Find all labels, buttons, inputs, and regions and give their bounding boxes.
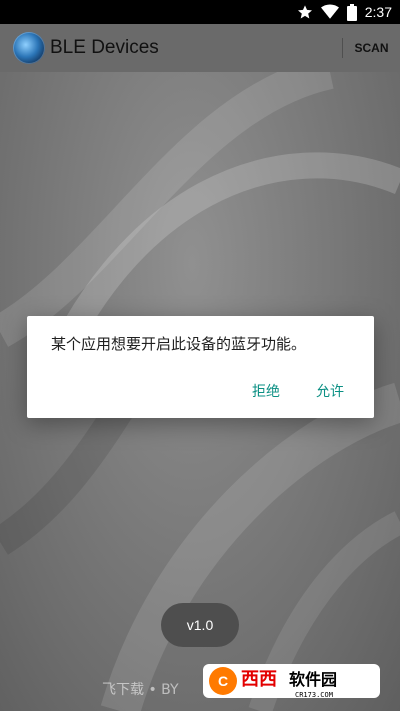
status-icons: 2:37 — [297, 0, 392, 24]
deny-button[interactable]: 拒绝 — [248, 380, 284, 404]
battery-icon — [346, 3, 357, 21]
watermark-logo: C 西西 软件园 CR173.COM — [203, 664, 380, 699]
status-time: 2:37 — [364, 4, 392, 20]
allow-button[interactable]: 允许 — [312, 380, 348, 404]
svg-text:C: C — [218, 673, 228, 689]
svg-text:西西: 西西 — [241, 669, 277, 690]
status-bar: 2:37 — [0, 0, 400, 24]
svg-text:CR173.COM: CR173.COM — [295, 691, 333, 699]
app-title: BLE Devices — [50, 37, 159, 58]
dialog-message: 某个应用想要开启此设备的蓝牙功能。 — [51, 335, 307, 353]
app-bar: BLE Devices SCAN — [0, 24, 400, 72]
bluetooth-logo-icon — [13, 32, 45, 64]
version-badge: v1.0 — [161, 603, 239, 647]
star-icon — [297, 5, 312, 19]
svg-text:软件园: 软件园 — [289, 670, 337, 689]
wifi-icon — [320, 4, 339, 19]
scan-button[interactable]: SCAN — [343, 24, 400, 72]
bluetooth-permission-dialog: 某个应用想要开启此设备的蓝牙功能。 拒绝 允许 — [27, 316, 374, 418]
